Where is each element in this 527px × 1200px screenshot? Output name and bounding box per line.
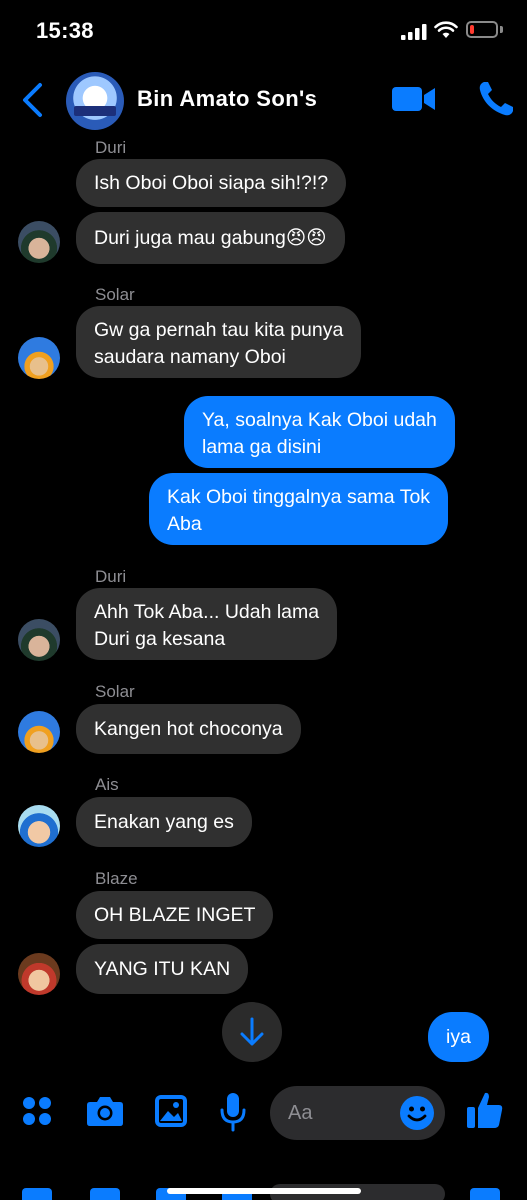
group-avatar[interactable] (66, 72, 124, 130)
message-bubble[interactable]: Enakan yang es (76, 797, 252, 847)
avatar-duri[interactable] (18, 221, 60, 263)
message-text: Duri ga kesana (94, 628, 226, 650)
message-bubble[interactable]: Duri juga mau gabung😠😠 (76, 212, 345, 264)
home-indicator (167, 1188, 361, 1194)
status-time: 15:38 (36, 18, 94, 43)
avatar-duri[interactable] (18, 619, 60, 661)
message-bubble[interactable]: OH BLAZE INGET (76, 891, 274, 939)
sender-name: Duri (95, 138, 127, 157)
message-bubble-sent[interactable]: Ya, soalnya Kak Oboi udah lama ga disini (184, 396, 455, 468)
sender-name: Blaze (95, 869, 138, 888)
sender-name: Duri (95, 567, 127, 586)
battery-level (470, 25, 474, 34)
message-text: saudara namany Oboi (94, 346, 286, 368)
message-text: OH BLAZE INGET (94, 903, 256, 926)
scroll-to-bottom-button[interactable] (222, 1002, 282, 1062)
message-text: Kangen hot choconya (94, 717, 283, 740)
message-input-container[interactable] (270, 1086, 445, 1140)
avatar-solar[interactable] (18, 337, 60, 379)
microphone-icon[interactable] (219, 1092, 247, 1132)
message-text: Ahh Tok Aba... Udah lama (94, 601, 320, 623)
gallery-icon[interactable] (154, 1094, 188, 1128)
thumbs-up-icon[interactable] (466, 1090, 504, 1130)
avatar-solar[interactable] (18, 711, 60, 753)
sender-name: Ais (95, 775, 119, 794)
sender-name: Solar (95, 682, 135, 701)
arrow-down-icon (240, 1017, 264, 1046)
emoji-icon[interactable] (399, 1095, 435, 1131)
sender-name: Solar (95, 285, 135, 304)
message-text: Enakan yang es (94, 810, 234, 833)
message-bubble[interactable]: Kangen hot choconya (76, 704, 301, 754)
wifi-icon (434, 21, 458, 38)
message-bubble-sent[interactable]: Kak Oboi tinggalnya sama Tok Aba (149, 473, 449, 545)
message-text: Ish Oboi Oboi siapa sih!?!? (94, 171, 329, 194)
more-apps-icon[interactable] (22, 1096, 52, 1126)
battery-nub (500, 26, 503, 33)
message-bubble-sent[interactable]: iya (428, 1012, 489, 1062)
camera-icon[interactable] (86, 1095, 124, 1127)
composer-bar (0, 1080, 527, 1150)
message-bubble[interactable]: YANG ITU KAN (76, 944, 249, 994)
message-text: Gw ga pernah tau kita punya (94, 319, 344, 341)
cellular-signal-icon (401, 24, 427, 40)
message-bubble[interactable]: Ahh Tok Aba... Udah lama Duri ga kesana (76, 588, 338, 660)
chat-header: Bin Amato Son's (0, 66, 527, 136)
message-bubble[interactable]: Ish Oboi Oboi siapa sih!?!? (76, 159, 347, 207)
message-text: Duri juga mau gabung😠😠 (94, 226, 327, 249)
battery-icon (466, 21, 498, 38)
video-call-icon[interactable] (392, 84, 436, 114)
message-text: Aba (167, 513, 202, 535)
back-chevron-icon[interactable] (18, 82, 48, 118)
message-bubble[interactable]: Gw ga pernah tau kita punya saudara nama… (76, 306, 362, 378)
status-bar: 15:38 (0, 0, 527, 60)
message-input[interactable] (288, 1098, 388, 1128)
message-text: Kak Oboi tinggalnya sama Tok (167, 486, 431, 508)
message-text: YANG ITU KAN (94, 957, 231, 980)
avatar-blaze[interactable] (18, 953, 60, 995)
message-text: lama ga disini (202, 436, 322, 458)
avatar-ais[interactable] (18, 805, 60, 847)
message-text: iya (446, 1025, 471, 1048)
message-text: Ya, soalnya Kak Oboi udah (202, 409, 437, 431)
phone-call-icon[interactable] (478, 80, 514, 118)
chat-title[interactable]: Bin Amato Son's (137, 86, 317, 112)
